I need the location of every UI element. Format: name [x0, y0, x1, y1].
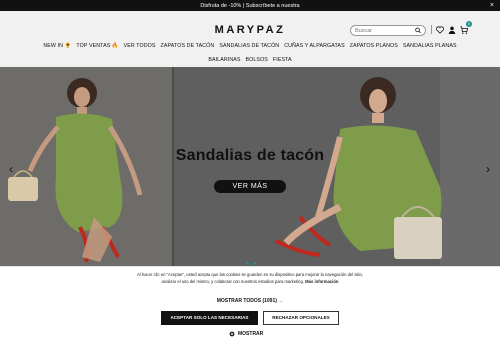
close-icon[interactable]: ×	[490, 0, 494, 11]
cookie-text: Al hacer clic en "Aceptar", usted acepta…	[135, 271, 365, 285]
nav-fiesta[interactable]: FIESTA	[273, 57, 292, 63]
carousel-dots	[246, 262, 256, 265]
show-details-toggle[interactable]: MOSTRAR	[229, 331, 263, 337]
promo-bar: Disfruta de -10% | Subscríbete a nuestra…	[0, 0, 500, 11]
accept-necessary-button[interactable]: ACEPTAR SOLO LAS NECESARIAS	[161, 311, 258, 325]
chevron-left-icon[interactable]: ‹	[6, 163, 16, 175]
nav-bailarinas[interactable]: BAILARINAS	[208, 57, 240, 63]
search-icon[interactable]	[414, 27, 421, 34]
search-box[interactable]	[350, 25, 426, 36]
user-icon[interactable]	[448, 25, 456, 34]
nav-bolsos[interactable]: BOLSOS	[246, 57, 268, 63]
divider	[431, 25, 432, 34]
cart-badge: 0	[466, 21, 472, 27]
carousel-dot[interactable]	[246, 262, 249, 265]
heart-icon[interactable]	[436, 25, 444, 34]
ver-mas-button[interactable]: VER MÁS	[214, 180, 286, 193]
nav-top-ventas[interactable]: TOP VENTAS 🔥	[76, 43, 118, 49]
nav-zapatos-de-tacon[interactable]: ZAPATOS DE TACÓN	[161, 43, 215, 49]
cart-icon[interactable]: 0	[460, 21, 472, 34]
nav-zapatos-planos[interactable]: ZAPATOS PLANOS	[350, 43, 398, 49]
nav-cunas-y-alpargatas[interactable]: CUÑAS Y ALPARGATAS	[284, 43, 344, 49]
carousel-dot[interactable]	[253, 262, 256, 265]
nav-sandalias-de-tacon[interactable]: SANDALIAS DE TACÓN	[219, 43, 279, 49]
nav-ver-todos[interactable]: VER TODOS	[124, 43, 156, 49]
cookie-banner: Al hacer clic en "Aceptar", usted acepta…	[0, 266, 500, 348]
hero-title: Sandalias de tacón	[175, 147, 325, 164]
gear-icon	[229, 331, 235, 337]
reject-optional-button[interactable]: RECHAZAR OPCIONALES	[263, 311, 339, 325]
promo-text[interactable]: Disfruta de -10% | Subscríbete a nuestra	[200, 3, 299, 9]
show-all-link[interactable]: MOSTRAR TODOS (1091) →	[0, 298, 500, 304]
show-details-label: MOSTRAR	[238, 331, 264, 337]
hero-banner[interactable]: Sandalias de tacón VER MÁS ‹ ›	[0, 67, 500, 268]
search-input[interactable]	[355, 27, 415, 34]
nav-new-in[interactable]: NEW IN 🌻	[43, 43, 71, 49]
main-nav: NEW IN 🌻 TOP VENTAS 🔥 VER TODOS ZAPATOS …	[0, 43, 500, 63]
header-icons: 0	[431, 21, 472, 34]
site-header: MARYPAZ 0 NEW IN 🌻 TOP VENTAS 🔥 VER TODO…	[0, 11, 500, 67]
chevron-right-icon[interactable]: ›	[483, 163, 493, 175]
more-info-link[interactable]: Más información	[305, 279, 338, 284]
hero-image	[0, 67, 500, 268]
nav-sandalias-planas[interactable]: SANDALIAS PLANAS	[403, 43, 457, 49]
